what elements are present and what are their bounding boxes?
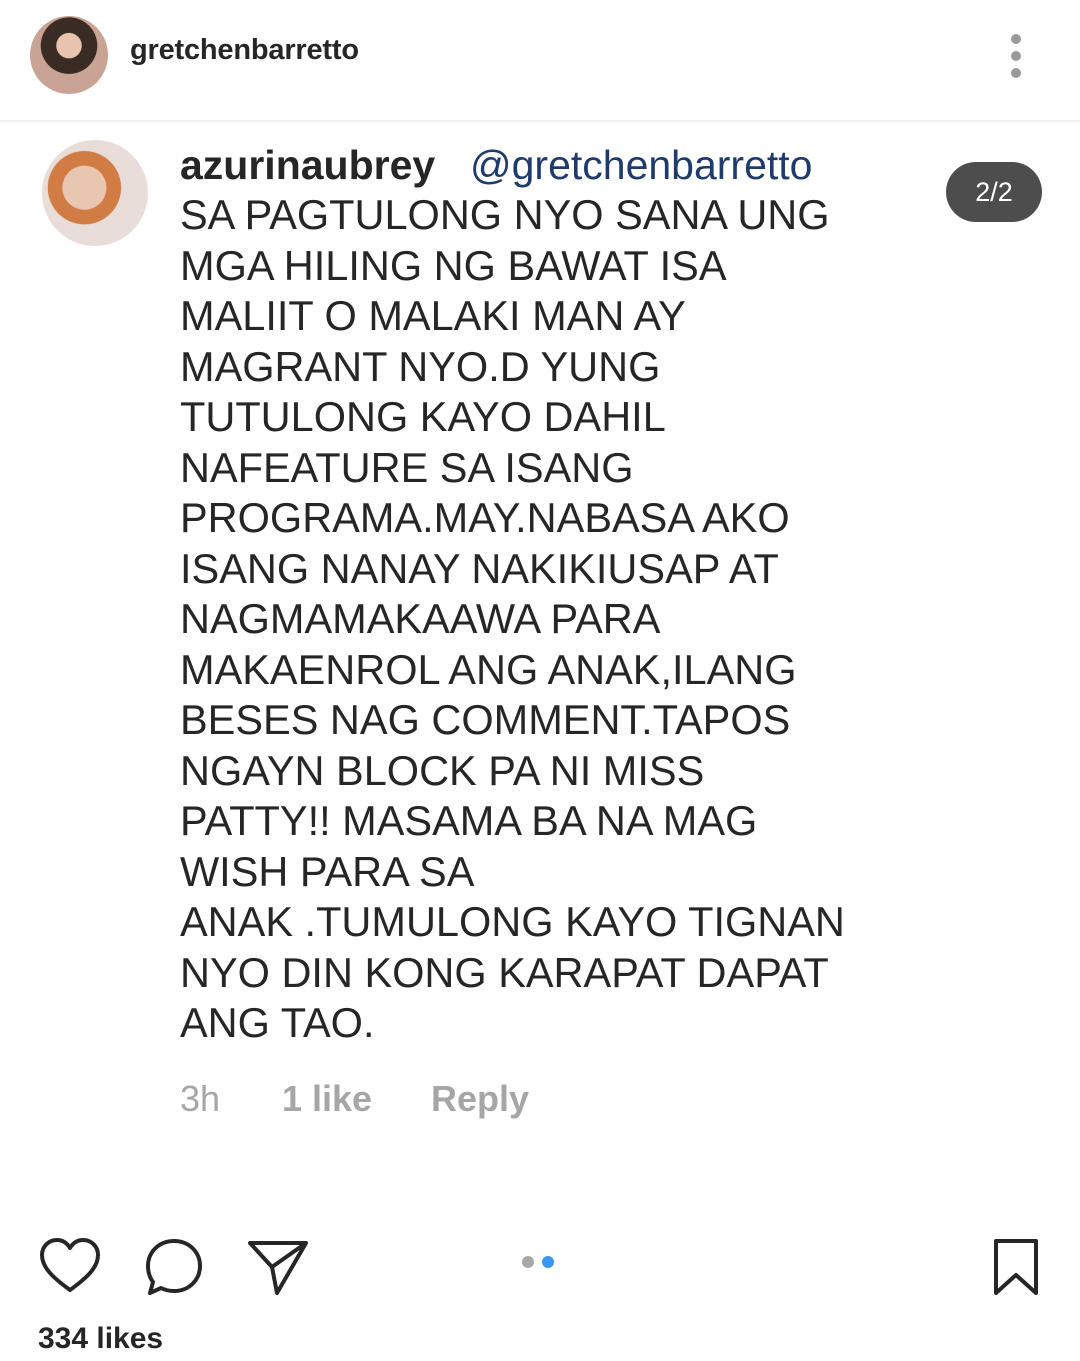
bookmark-icon [994,1239,1038,1295]
post-header: gretchenbarretto [0,0,1080,122]
carousel-dot [522,1256,534,1268]
comment-reply: Reply [431,1078,530,1119]
heart-icon [40,1238,100,1292]
comment-time: 3h [180,1078,221,1119]
more-dot [1011,68,1021,78]
commenter-avatar [42,140,148,246]
more-dot [1011,34,1021,44]
more-options-button[interactable] [1000,30,1034,82]
carousel-indicator [522,1256,562,1270]
likes-count[interactable]: 334 likes [38,1322,163,1356]
paper-plane-icon [248,1241,308,1295]
comment-likes: 1 like [282,1078,373,1119]
post-action-bar [0,1225,1080,1305]
save-button[interactable] [984,1235,1048,1299]
share-button[interactable] [246,1235,310,1299]
carousel-counter: 2/2 [946,162,1042,222]
comment-bubble-icon [146,1239,202,1295]
comment-author-username: azurinaubrey [180,142,436,188]
carousel-dot-active [542,1256,554,1268]
post-author-username[interactable]: gretchenbarretto [130,34,359,67]
more-dot [1011,51,1021,61]
like-button[interactable] [38,1235,102,1299]
profile-avatar[interactable] [30,16,108,94]
comment-button[interactable] [142,1235,206,1299]
comment-text: SA PAGTULONG NYO SANA UNG MGA HILING NG … [180,191,845,1046]
comment-mention: @gretchenbarretto [470,142,813,188]
